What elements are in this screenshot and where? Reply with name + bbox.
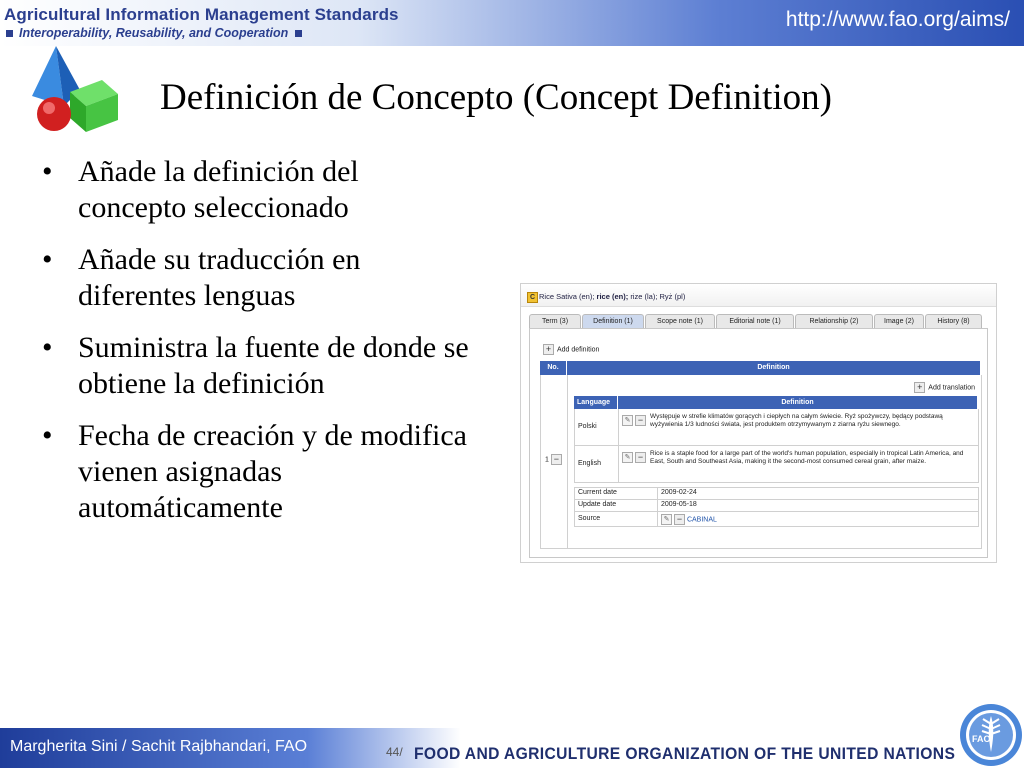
footer-authors: Margherita Sini / Sachit Rajbhandari, FA… bbox=[10, 738, 308, 755]
definition-panel: + Add definition No. Definition 1 − + Add … bbox=[529, 328, 988, 558]
translation-language: Polski bbox=[578, 423, 597, 430]
header-subtitle: Interoperability, Reusability, and Coope… bbox=[4, 26, 308, 40]
source-label: Source bbox=[578, 515, 601, 522]
bullet-dot-icon: • bbox=[42, 243, 53, 276]
bullet-dot-icon: • bbox=[42, 331, 53, 364]
update-date-label: Update date bbox=[578, 501, 617, 508]
header-subtitle-text: Interoperability, Reusability, and Coope… bbox=[19, 26, 289, 40]
translation-controls: ✎ − bbox=[622, 415, 646, 426]
plus-icon: + bbox=[543, 344, 554, 355]
cell-divider bbox=[618, 446, 619, 482]
page-number: 44/ bbox=[386, 745, 403, 759]
definition-table-header: No. Definition bbox=[540, 361, 980, 375]
bullet-item: • Fecha de creación y de modifica vienen … bbox=[40, 418, 470, 526]
tab-image[interactable]: Image (2) bbox=[874, 314, 924, 328]
add-definition-label: Add definition bbox=[557, 346, 600, 354]
square-bullet-icon bbox=[295, 29, 303, 37]
header-title: Agricultural Information Management Stan… bbox=[4, 5, 399, 24]
translation-text: Rice is a staple food for a large part o… bbox=[650, 450, 964, 465]
col-header-translation-definition: Definition bbox=[781, 399, 814, 406]
bullet-text: Añade su traducción en diferentes lengua… bbox=[78, 243, 361, 312]
concept-preferred-term: rice (en); bbox=[596, 292, 629, 301]
bullet-dot-icon: • bbox=[42, 419, 53, 452]
add-definition-button[interactable]: + Add definition bbox=[543, 344, 599, 355]
remove-translation-icon[interactable]: − bbox=[635, 452, 646, 463]
fao-logo-icon: FAO bbox=[960, 704, 1022, 766]
source-link[interactable]: CABINAL bbox=[687, 516, 717, 523]
bullet-dot-icon: • bbox=[42, 155, 53, 188]
edit-icon[interactable]: ✎ bbox=[661, 514, 672, 525]
row-number: 1 − bbox=[545, 454, 562, 465]
concept-terms-prefix: Rice Sativa (en); bbox=[539, 292, 595, 301]
col-header-language: Language bbox=[574, 396, 618, 409]
bullet-item: • Añade la definición del concepto selecc… bbox=[40, 154, 470, 226]
bullet-text: Suministra la fuente de donde se obtiene… bbox=[78, 331, 469, 400]
shapes-logo-icon bbox=[32, 46, 118, 132]
concept-terms-suffix: rize (la); Ryż (pl) bbox=[630, 292, 686, 301]
tab-relationship[interactable]: Relationship (2) bbox=[795, 314, 873, 328]
cell-divider bbox=[618, 409, 619, 445]
bullet-list: • Añade la definición del concepto selecc… bbox=[40, 154, 470, 542]
update-date-value: 2009-05-18 bbox=[661, 501, 697, 508]
row-number-value: 1 bbox=[545, 456, 549, 464]
concept-bar: C Rice Sativa (en); rice (en); rize (la)… bbox=[521, 284, 996, 307]
remove-source-icon[interactable]: − bbox=[674, 514, 685, 525]
slide-title: Definición de Concepto (Concept Definiti… bbox=[160, 77, 832, 118]
bullet-item: • Añade su traducción en diferentes lengu… bbox=[40, 242, 470, 314]
row-number-cell: 1 − bbox=[541, 375, 568, 548]
cell-divider bbox=[657, 488, 658, 499]
tab-editorial-note[interactable]: Editorial note (1) bbox=[716, 314, 794, 328]
bullet-text: Añade la definición del concepto selecci… bbox=[78, 155, 359, 224]
tab-definition[interactable]: Definition (1) bbox=[582, 314, 644, 328]
col-header-no: No. bbox=[540, 361, 567, 375]
cell-divider bbox=[657, 512, 658, 526]
col-header-definition: Definition bbox=[757, 364, 790, 371]
header-url[interactable]: http://www.fao.org/aims/ bbox=[786, 8, 1010, 32]
remove-translation-icon[interactable]: − bbox=[635, 415, 646, 426]
header-banner: Agricultural Information Management Stan… bbox=[0, 0, 1024, 46]
definition-table-body: 1 − + Add translation Language Definition… bbox=[540, 375, 982, 549]
source-value: ✎ − CABINAL bbox=[661, 514, 717, 525]
add-translation-button[interactable]: + Add translation bbox=[914, 382, 975, 393]
add-translation-label: Add translation bbox=[928, 384, 975, 392]
current-date-value: 2009-02-24 bbox=[661, 489, 697, 496]
tab-scope-note[interactable]: Scope note (1) bbox=[645, 314, 715, 328]
concept-definition-screenshot: C Rice Sativa (en); rice (en); rize (la)… bbox=[520, 283, 997, 563]
translation-language: English bbox=[578, 460, 601, 467]
translation-table-header: Language Definition bbox=[574, 396, 977, 409]
translation-row: English ✎ − Rice is a staple food for a l… bbox=[574, 446, 979, 483]
edit-icon[interactable]: ✎ bbox=[622, 452, 633, 463]
tab-term[interactable]: Term (3) bbox=[529, 314, 581, 328]
translation-controls: ✎ − bbox=[622, 452, 646, 463]
footer-organization: FOOD AND AGRICULTURE ORGANIZATION OF THE… bbox=[414, 744, 956, 763]
bullet-text: Fecha de creación y de modifica vienen a… bbox=[78, 419, 467, 524]
tab-history[interactable]: History (8) bbox=[925, 314, 982, 328]
square-bullet-icon bbox=[6, 29, 13, 37]
bullet-item: • Suministra la fuente de donde se obtien… bbox=[40, 330, 470, 402]
translation-row: Polski ✎ − Występuje w strefie klimatów g… bbox=[574, 409, 979, 446]
concept-icon: C bbox=[527, 292, 538, 303]
cell-divider bbox=[657, 500, 658, 511]
fao-logo-letters: FAO bbox=[972, 734, 991, 744]
footer-bar: Margherita Sini / Sachit Rajbhandari, FA… bbox=[0, 728, 1024, 768]
concept-terms: Rice Sativa (en); rice (en); rize (la); … bbox=[539, 292, 685, 301]
translation-text: Występuje w strefie klimatów gorących i … bbox=[650, 413, 943, 428]
remove-definition-icon[interactable]: − bbox=[550, 454, 562, 465]
plus-icon: + bbox=[914, 382, 926, 393]
current-date-label: Current date bbox=[578, 489, 617, 496]
source-row: Source ✎ − CABINAL bbox=[574, 511, 979, 527]
edit-icon[interactable]: ✎ bbox=[622, 415, 633, 426]
